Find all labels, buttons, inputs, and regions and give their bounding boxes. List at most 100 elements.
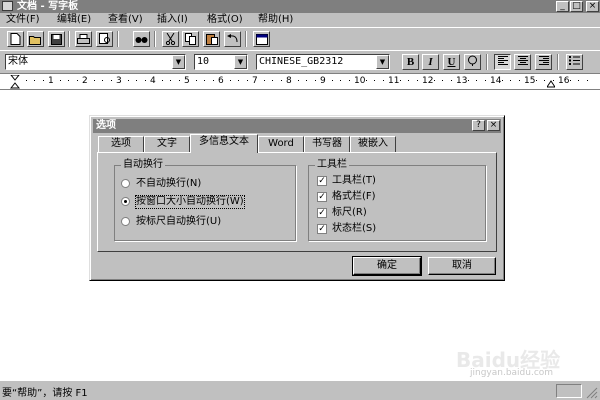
insert-datetime-icon[interactable]	[253, 31, 270, 47]
checkbox-ruler[interactable]: ✓ 标尺(R)	[317, 207, 437, 220]
ruler-dot	[365, 80, 367, 81]
paste-icon[interactable]	[203, 31, 220, 47]
ruler-label: 16	[558, 76, 570, 86]
menu-insert[interactable]: 插入(I)	[157, 13, 188, 27]
tab-word[interactable]: Word	[258, 136, 304, 152]
chevron-down-icon[interactable]: ▼	[172, 55, 185, 69]
font-name-select[interactable]: 宋体 ▼	[5, 54, 186, 70]
resize-grip-icon[interactable]	[586, 387, 598, 399]
ruler-dot	[93, 80, 95, 81]
ruler-label: 10	[354, 76, 366, 86]
cut-icon[interactable]	[162, 31, 179, 47]
tab-write[interactable]: 书写器	[304, 136, 350, 152]
ruler-label: 7	[252, 76, 258, 86]
menu-file[interactable]: 文件(F)	[6, 13, 40, 27]
tab-rich-text[interactable]: 多信息文本	[190, 134, 258, 153]
checkbox-toolbar[interactable]: ✓ 工具栏(T)	[317, 175, 437, 188]
checkbox-format-bar-label: 格式栏(F)	[332, 191, 376, 202]
open-folder-icon[interactable]	[27, 31, 44, 47]
italic-button[interactable]: I	[422, 54, 439, 70]
dialog-close-button[interactable]: ×	[487, 120, 500, 131]
align-left-icon[interactable]	[494, 54, 511, 70]
find-icon[interactable]	[133, 31, 150, 47]
print-icon[interactable]	[75, 31, 92, 47]
status-text: 要“帮助”，请按 F1	[2, 388, 88, 399]
right-indent-marker-icon[interactable]	[547, 75, 555, 88]
ruler-dot	[535, 80, 537, 81]
ruler-dot	[136, 80, 137, 81]
chevron-down-icon[interactable]: ▼	[234, 55, 247, 69]
radio-no-wrap[interactable]: 不自动换行(N)	[121, 177, 291, 191]
radio-wrap-ruler[interactable]: 按标尺自动换行(U)	[121, 215, 291, 229]
checkbox[interactable]: ✓	[317, 208, 327, 218]
align-right-icon[interactable]	[535, 54, 552, 70]
wordpad-app-icon[interactable]	[2, 1, 13, 11]
ruler-dot	[544, 80, 545, 81]
ruler-dot	[331, 80, 333, 81]
tab-embedded[interactable]: 被嵌入	[350, 136, 396, 152]
align-center-icon[interactable]	[514, 54, 531, 70]
checkbox-status-bar[interactable]: ✓ 状态栏(S)	[317, 223, 437, 236]
ruler-label: 5	[184, 76, 190, 86]
checkbox[interactable]: ✓	[317, 176, 327, 186]
new-document-icon[interactable]	[7, 31, 24, 47]
ruler-dot	[433, 80, 435, 81]
radio-button[interactable]	[121, 179, 130, 188]
ruler-dot	[204, 80, 205, 81]
copy-icon[interactable]	[182, 31, 199, 47]
standard-toolbar	[0, 27, 600, 50]
toolbar-separator	[117, 31, 119, 47]
tab-panel-rich-text: 自动换行 不自动换行(N) 按窗口大小自动换行(W) 按标尺自动换行(U) 工具…	[97, 152, 497, 252]
minimize-button[interactable]: _	[556, 1, 569, 12]
help-button[interactable]: ?	[472, 120, 485, 131]
toolbar-separator	[245, 31, 247, 47]
dialog-title: 选项	[96, 120, 116, 131]
chevron-down-icon[interactable]: ▼	[376, 55, 389, 69]
bullets-icon[interactable]	[566, 54, 583, 70]
ruler-dot	[170, 80, 171, 81]
underline-button[interactable]: U	[443, 54, 460, 70]
ruler[interactable]: 1 2 3 4 5 6 7 8 9 10 11 12 13 14 15 16	[0, 73, 600, 90]
bold-button[interactable]: B	[402, 54, 419, 70]
radio-button[interactable]	[121, 197, 130, 206]
tab-options[interactable]: 选项	[98, 136, 144, 152]
font-size-select[interactable]: 10 ▼	[194, 54, 248, 70]
cancel-button[interactable]: 取消	[428, 257, 496, 275]
ruler-dot	[306, 80, 307, 81]
checkbox[interactable]: ✓	[317, 224, 327, 234]
ruler-dot	[578, 80, 579, 81]
ruler-label: 13	[456, 76, 468, 86]
ruler-label: 2	[82, 76, 88, 86]
ruler-dot	[229, 80, 231, 81]
ruler-label: 8	[286, 76, 292, 86]
checkbox-format-bar[interactable]: ✓ 格式栏(F)	[317, 191, 437, 204]
close-button[interactable]: ×	[586, 1, 599, 12]
ruler-dot	[238, 80, 239, 81]
ruler-label: 4	[150, 76, 156, 86]
checkbox[interactable]: ✓	[317, 192, 327, 202]
menu-help[interactable]: 帮助(H)	[258, 13, 293, 27]
ok-button[interactable]: 确定	[352, 256, 422, 276]
ruler-label: 9	[320, 76, 326, 86]
radio-wrap-window[interactable]: 按窗口大小自动换行(W)	[121, 195, 291, 209]
menu-view[interactable]: 查看(V)	[108, 13, 143, 27]
print-preview-icon[interactable]	[96, 31, 113, 47]
color-icon[interactable]	[464, 54, 481, 70]
menu-bar: 文件(F) 编辑(E) 查看(V) 插入(I) 格式(O) 帮助(H)	[0, 13, 600, 27]
ruler-dot	[280, 80, 282, 81]
ruler-dot	[59, 80, 61, 81]
ruler-dot	[246, 80, 248, 81]
save-icon[interactable]	[48, 31, 65, 47]
script-select[interactable]: CHINESE_GB2312 ▼	[256, 54, 390, 70]
checkbox-ruler-label: 标尺(R)	[332, 207, 367, 218]
menu-edit[interactable]: 编辑(E)	[57, 13, 91, 27]
ruler-dot	[416, 80, 418, 81]
tab-text[interactable]: 文字	[144, 136, 190, 152]
indent-marker-icon[interactable]	[10, 75, 20, 89]
menu-format[interactable]: 格式(O)	[207, 13, 243, 27]
maximize-button[interactable]: □	[570, 1, 583, 12]
ruler-dot	[195, 80, 197, 81]
ruler-dot	[374, 80, 375, 81]
undo-icon[interactable]	[224, 31, 241, 47]
radio-button[interactable]	[121, 217, 130, 226]
